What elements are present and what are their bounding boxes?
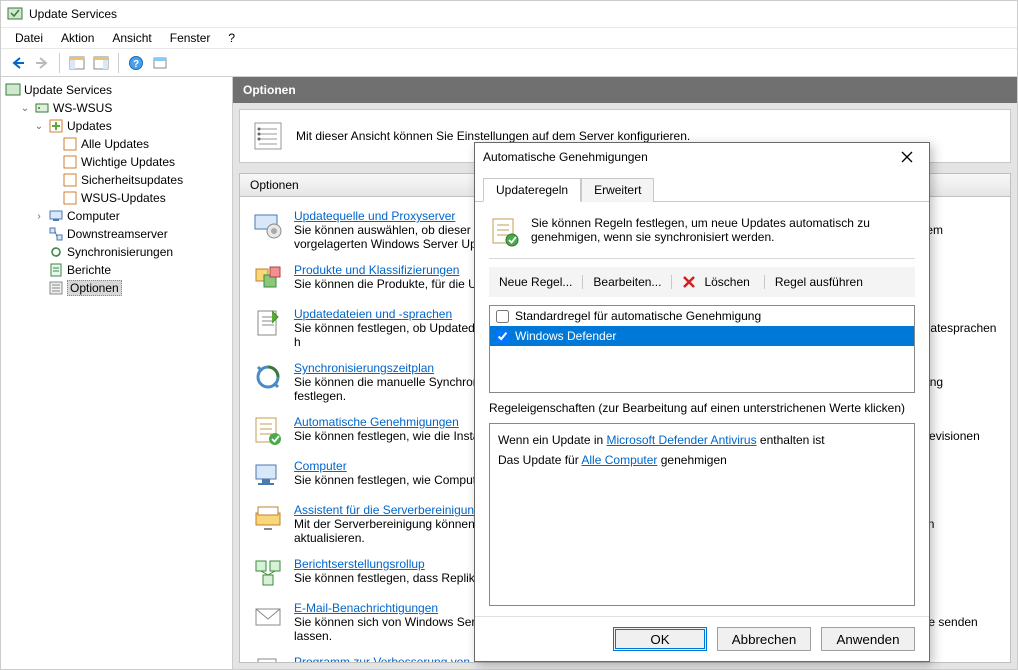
dialog-titlebar: Automatische Genehmigungen: [475, 143, 929, 171]
updates-icon: [48, 118, 64, 134]
dialog-tabs: Updateregeln Erweitert: [475, 171, 929, 202]
new-rule-button[interactable]: Neue Regel...: [495, 273, 576, 291]
option-icon: [252, 361, 284, 393]
update-icon: [62, 136, 78, 152]
dialog-close-button[interactable]: [893, 145, 921, 169]
tree-updates-all[interactable]: Alle Updates: [3, 135, 230, 153]
option-icon: [252, 503, 284, 535]
rule-link-classification[interactable]: Microsoft Defender Antivirus: [607, 433, 757, 447]
option-icon: [252, 263, 284, 295]
rules-list[interactable]: Standardregel für automatische Genehmigu…: [489, 305, 915, 393]
navigation-tree[interactable]: Update Services ⌄ WS-WSUS ⌄ Updates Alle U…: [1, 77, 233, 669]
downstream-icon: [48, 226, 64, 242]
app-icon: [7, 6, 23, 22]
rule-link-group[interactable]: Alle Computer: [581, 453, 657, 467]
nav-back-button[interactable]: [7, 52, 29, 74]
tree-server-label: WS-WSUS: [53, 101, 112, 115]
apply-button[interactable]: Anwenden: [821, 627, 915, 651]
update-icon: [62, 172, 78, 188]
option-icon: [252, 459, 284, 491]
twisty-icon[interactable]: ⌄: [33, 120, 45, 132]
show-hide-tree-button[interactable]: [66, 52, 88, 74]
twisty-icon[interactable]: ›: [33, 210, 45, 222]
option-icon: [252, 557, 284, 589]
ok-button[interactable]: OK: [613, 627, 707, 651]
help-icon: ?: [128, 55, 144, 71]
option-icon: [252, 415, 284, 447]
tree-computer[interactable]: ›Computer: [3, 207, 230, 225]
menu-ansicht[interactable]: Ansicht: [104, 29, 159, 47]
computer-icon: [48, 208, 64, 224]
option-icon: [252, 601, 284, 633]
auto-approvals-dialog: Automatische Genehmigungen Updateregeln …: [474, 142, 930, 662]
panel-icon: [69, 55, 85, 71]
dialog-description: Sie können Regeln festlegen, um neue Upd…: [489, 212, 915, 259]
rules-icon: [489, 216, 521, 248]
rule-properties-label: Regeleigenschaften (zur Bearbeitung auf …: [489, 401, 915, 415]
window-icon: [152, 55, 168, 71]
options-icon: [48, 280, 64, 296]
rule-checkbox[interactable]: [496, 310, 509, 323]
tree-server[interactable]: ⌄ WS-WSUS: [3, 99, 230, 117]
tree-updates-important[interactable]: Wichtige Updates: [3, 153, 230, 171]
menu-help[interactable]: ?: [220, 29, 243, 47]
tree-sync[interactable]: Synchronisierungen: [3, 243, 230, 261]
arrow-left-icon: [10, 55, 26, 71]
tree-updates-wsus[interactable]: WSUS-Updates: [3, 189, 230, 207]
main-description: Mit dieser Ansicht können Sie Einstellun…: [296, 129, 690, 143]
dialog-buttons: OK Abbrechen Anwenden: [475, 616, 929, 661]
options-page-icon: [252, 120, 284, 152]
close-icon: [901, 151, 913, 163]
rule-label: Windows Defender: [515, 329, 616, 343]
nav-forward-button[interactable]: [31, 52, 53, 74]
twisty-icon[interactable]: ⌄: [19, 102, 31, 114]
tree-options[interactable]: Optionen: [3, 279, 230, 297]
tree-updates[interactable]: ⌄ Updates: [3, 117, 230, 135]
menu-aktion[interactable]: Aktion: [53, 29, 102, 47]
sync-icon: [48, 244, 64, 260]
toolbar: ?: [1, 49, 1017, 77]
window-title: Update Services: [29, 7, 117, 21]
rule-checkbox[interactable]: [496, 330, 509, 343]
rule-row[interactable]: Windows Defender: [490, 326, 914, 346]
tree-downstream[interactable]: Downstreamserver: [3, 225, 230, 243]
server-icon: [34, 100, 50, 116]
option-icon: [252, 655, 284, 663]
rule-row[interactable]: Standardregel für automatische Genehmigu…: [490, 306, 914, 326]
tree-root-label: Update Services: [24, 83, 112, 97]
tab-update-rules[interactable]: Updateregeln: [483, 178, 581, 202]
delete-rule-button[interactable]: Löschen: [678, 271, 757, 293]
update-icon: [62, 154, 78, 170]
tree-updates-security[interactable]: Sicherheitsupdates: [3, 171, 230, 189]
cancel-button[interactable]: Abbrechen: [717, 627, 811, 651]
report-icon: [48, 262, 64, 278]
show-hide-action-button[interactable]: [90, 52, 112, 74]
tab-advanced[interactable]: Erweitert: [581, 178, 654, 202]
rule-label: Standardregel für automatische Genehmigu…: [515, 309, 761, 323]
option-icon: [252, 209, 284, 241]
tree-reports[interactable]: Berichte: [3, 261, 230, 279]
run-rule-button[interactable]: Regel ausführen: [771, 273, 867, 291]
main-header: Optionen: [233, 77, 1017, 103]
titlebar: Update Services: [1, 1, 1017, 27]
rules-toolbar: Neue Regel... Bearbeiten... Löschen Rege…: [489, 267, 915, 297]
panel2-icon: [93, 55, 109, 71]
update-icon: [62, 190, 78, 206]
svg-text:?: ?: [133, 59, 139, 70]
menu-fenster[interactable]: Fenster: [162, 29, 219, 47]
option-icon: [252, 307, 284, 339]
rule-properties-box: Wenn ein Update in Microsoft Defender An…: [489, 423, 915, 606]
delete-icon: [682, 275, 696, 289]
dialog-description-text: Sie können Regeln festlegen, um neue Upd…: [531, 216, 891, 244]
help-button[interactable]: ?: [125, 52, 147, 74]
edit-rule-button[interactable]: Bearbeiten...: [589, 273, 665, 291]
tree-updates-label: Updates: [67, 119, 112, 133]
menu-datei[interactable]: Datei: [7, 29, 51, 47]
arrow-right-icon: [34, 55, 50, 71]
dialog-title: Automatische Genehmigungen: [483, 150, 648, 164]
server-icon: [5, 82, 21, 98]
new-window-button[interactable]: [149, 52, 171, 74]
menubar: Datei Aktion Ansicht Fenster ?: [1, 27, 1017, 49]
tree-root[interactable]: Update Services: [3, 81, 230, 99]
